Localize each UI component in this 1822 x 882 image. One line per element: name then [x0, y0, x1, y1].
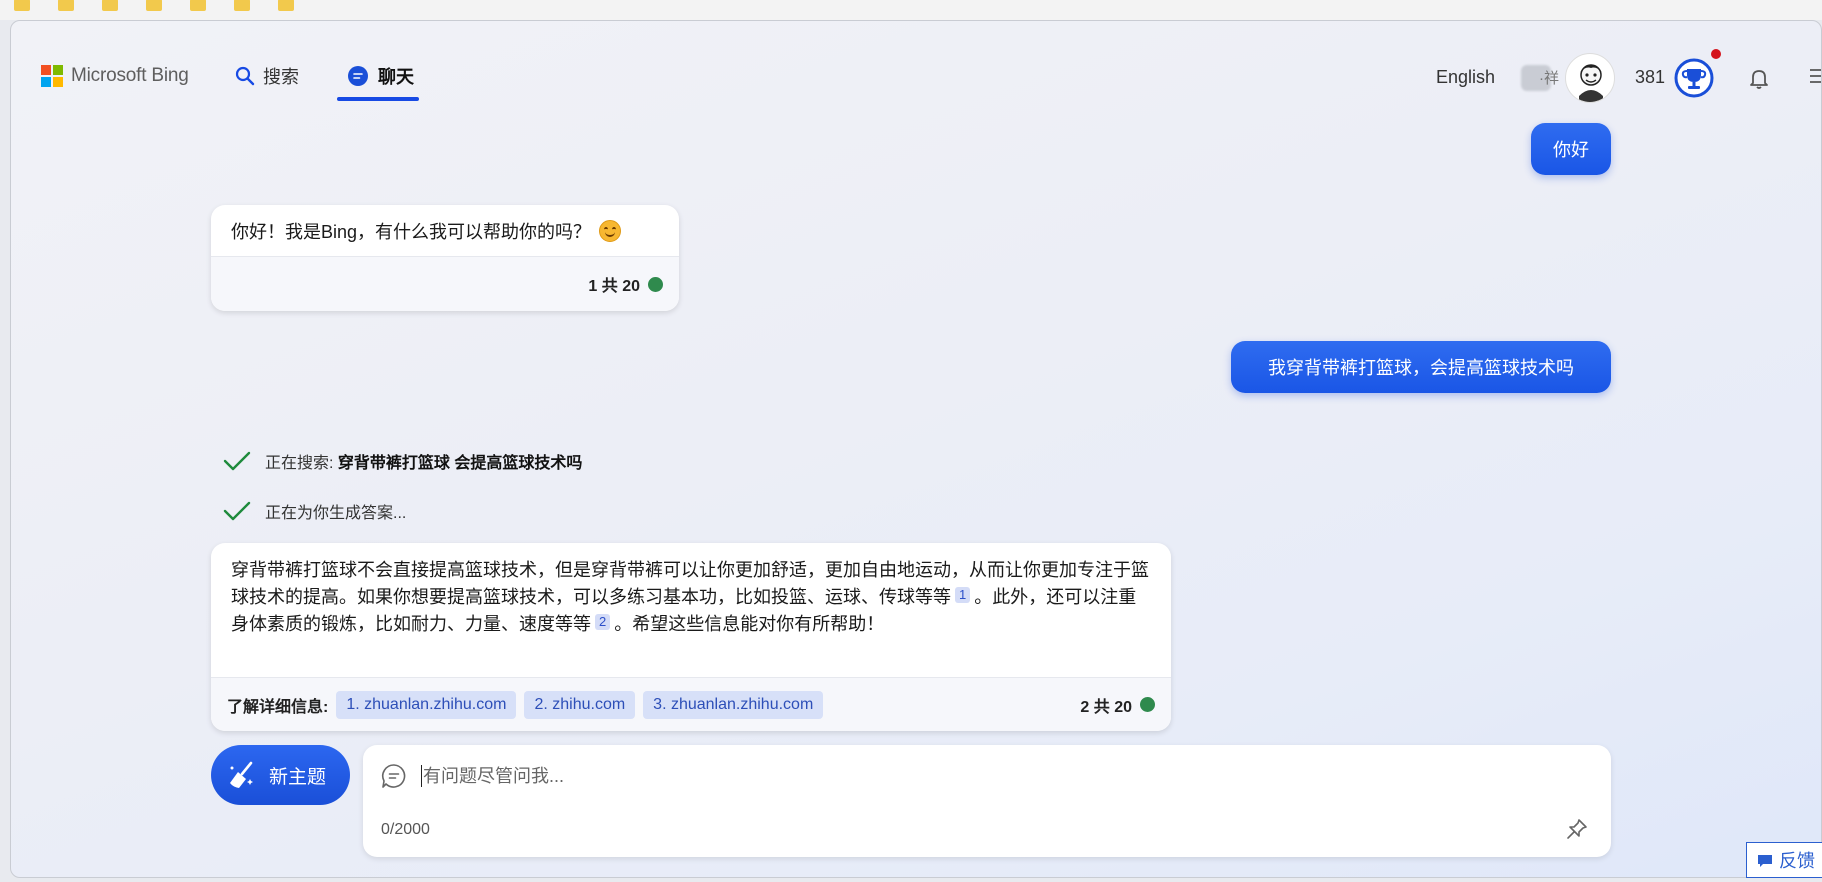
- tab-chat[interactable]: 聊天: [347, 63, 414, 89]
- citation-marker[interactable]: 1: [955, 587, 971, 603]
- search-query: 穿背带裤打篮球 会提高篮球技术吗: [337, 455, 583, 472]
- chat-compose-icon: [382, 764, 406, 788]
- bookmark-item[interactable]: [58, 0, 74, 11]
- bookmark-item[interactable]: [278, 0, 294, 11]
- bing-logo[interactable]: Microsoft Bing: [41, 65, 189, 87]
- notification-dot: [1711, 49, 1721, 59]
- folder-icon: [146, 0, 162, 11]
- checkmark-icon: [223, 501, 251, 521]
- search-status-label: 正在搜索:: [265, 455, 338, 472]
- turn-counter: 1 共 20: [588, 278, 640, 295]
- new-topic-label: 新主题: [269, 766, 327, 788]
- generating-status: 正在为你生成答案...: [223, 499, 406, 523]
- language-toggle[interactable]: English: [1436, 67, 1495, 88]
- hamburger-menu-icon[interactable]: [1808, 66, 1822, 86]
- tab-chat-label: 聊天: [378, 67, 414, 87]
- folder-icon: [278, 0, 294, 11]
- learn-more: 了解详细信息: 1. zhuanlan.zhihu.com 2. zhihu.c…: [227, 690, 824, 719]
- learn-more-label: 了解详细信息:: [227, 698, 329, 716]
- brand-name: Microsoft Bing: [71, 65, 189, 86]
- chat-input[interactable]: [423, 759, 1523, 793]
- bot-message-footer: 1 共 20: [211, 256, 679, 311]
- folder-icon: [102, 0, 118, 11]
- bot-answer-body: 穿背带裤打篮球不会直接提高篮球技术，但是穿背带裤可以让你更加舒适，更加自由地运动…: [211, 543, 1171, 677]
- tab-search[interactable]: 搜索: [235, 63, 299, 89]
- feedback-chat-icon: [1758, 855, 1772, 867]
- turn-counter-group: 2 共 20: [1080, 693, 1155, 717]
- source-link[interactable]: 1. zhuanlan.zhihu.com: [336, 690, 517, 719]
- bookmark-item[interactable]: [234, 0, 250, 11]
- microsoft-logo-icon: [41, 65, 63, 87]
- rewards-points: 381: [1635, 67, 1666, 87]
- generating-status-text: 正在为你生成答案...: [265, 505, 407, 522]
- active-tab-indicator: [337, 97, 419, 101]
- user-message: 你好: [1531, 123, 1611, 175]
- smile-emoji-icon: [599, 219, 622, 242]
- bookmark-item[interactable]: [14, 0, 30, 11]
- character-count: 0/2000: [381, 821, 430, 838]
- bell-icon[interactable]: [1747, 66, 1771, 90]
- source-link[interactable]: 2. zhihu.com: [524, 690, 636, 719]
- bookmarks-bar: [0, 0, 1822, 20]
- bookmark-item[interactable]: [102, 0, 118, 11]
- new-topic-button[interactable]: 新主题: [211, 745, 350, 805]
- folder-icon: [14, 0, 30, 11]
- bot-answer-card: 穿背带裤打篮球不会直接提高篮球技术，但是穿背带裤可以让你更加舒适，更加自由地运动…: [211, 543, 1171, 731]
- pin-icon[interactable]: [1565, 817, 1589, 841]
- feedback-label: 反馈: [1779, 851, 1815, 871]
- search-icon: [235, 66, 255, 86]
- bing-chat-page: Microsoft Bing 搜索 聊天 English ·祥 381 你好 你…: [10, 20, 1822, 878]
- turn-status-dot: [648, 276, 663, 292]
- chat-composer: 0/2000: [363, 745, 1611, 857]
- folder-icon: [190, 0, 206, 11]
- feedback-button[interactable]: 反馈: [1746, 842, 1822, 878]
- text-caret: [421, 765, 422, 787]
- turn-status-dot: [1140, 697, 1155, 712]
- broom-icon: [230, 761, 253, 788]
- avatar-image: [1579, 64, 1603, 102]
- source-link[interactable]: 3. zhuanlan.zhihu.com: [643, 690, 824, 719]
- bookmark-item[interactable]: [146, 0, 162, 11]
- rewards-trophy-icon[interactable]: [1674, 58, 1714, 98]
- folder-icon: [58, 0, 74, 11]
- checkmark-icon: [223, 451, 251, 471]
- bot-message-body: 你好！我是Bing，有什么我可以帮助你的吗？: [211, 205, 679, 256]
- answer-text-3: 。希望这些信息能对你有所帮助！: [614, 614, 885, 634]
- avatar[interactable]: [1565, 53, 1615, 103]
- bot-message-card: 你好！我是Bing，有什么我可以帮助你的吗？ 1 共 20: [211, 205, 679, 311]
- turn-counter: 2 共 20: [1080, 698, 1132, 716]
- bookmark-item[interactable]: [190, 0, 206, 11]
- user-name[interactable]: ·祥: [1539, 67, 1559, 88]
- search-status: 正在搜索: 穿背带裤打篮球 会提高篮球技术吗: [223, 449, 582, 473]
- user-message: 我穿背带裤打篮球，会提高篮球技术吗: [1231, 341, 1611, 393]
- tab-search-label: 搜索: [263, 67, 299, 87]
- citation-marker[interactable]: 2: [595, 614, 611, 630]
- chat-bubble-icon: [348, 66, 368, 86]
- bot-answer-footer: 了解详细信息: 1. zhuanlan.zhihu.com 2. zhihu.c…: [211, 677, 1171, 731]
- folder-icon: [234, 0, 250, 11]
- bot-message-text: 你好！我是Bing，有什么我可以帮助你的吗？: [231, 221, 592, 242]
